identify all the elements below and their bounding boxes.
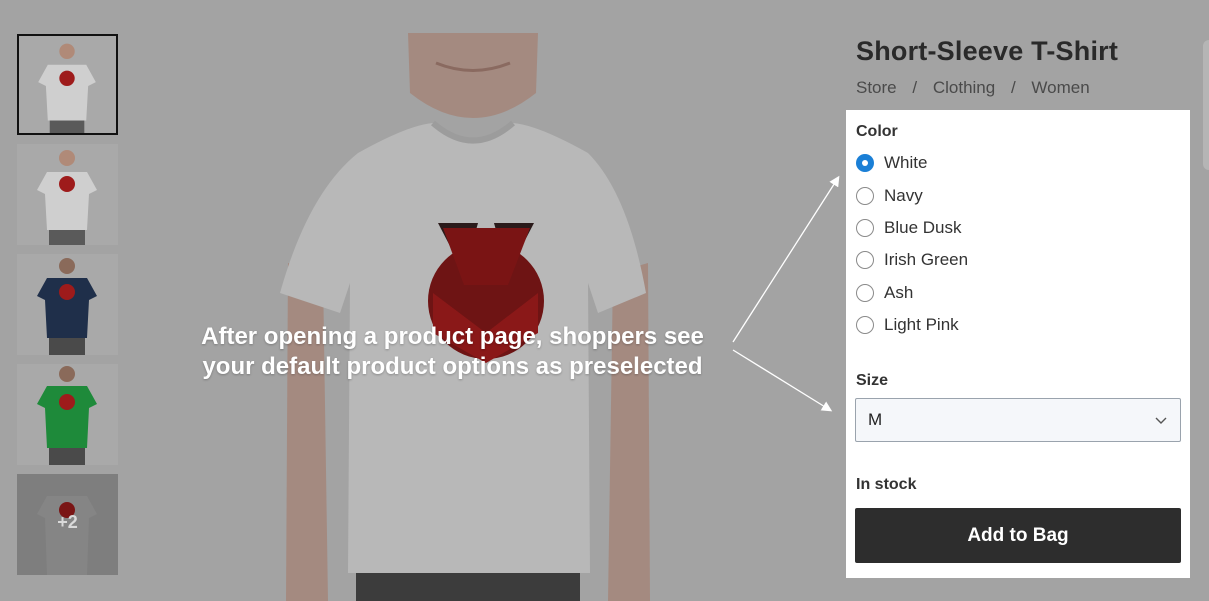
color-option-label: Navy <box>884 186 923 205</box>
radio-unchecked-icon[interactable] <box>856 316 874 334</box>
thumbnail-image <box>19 36 116 133</box>
color-option-label: Irish Green <box>884 250 969 269</box>
thumbnail-more[interactable]: +2 <box>17 474 118 575</box>
color-option-blue-dusk[interactable]: Blue Dusk <box>856 216 961 240</box>
color-option-light-pink[interactable]: Light Pink <box>856 313 959 337</box>
color-option-ash[interactable]: Ash <box>856 281 913 305</box>
color-label: Color <box>856 123 898 140</box>
breadcrumb-separator: / <box>1010 78 1016 97</box>
stock-status: In stock <box>856 476 917 493</box>
thumbnail-image <box>17 254 118 355</box>
size-select-value: M <box>868 410 883 429</box>
color-option-label: Light Pink <box>884 315 959 334</box>
product-title: Short-Sleeve T-Shirt <box>856 36 1119 66</box>
breadcrumb-women[interactable]: Women <box>1031 78 1089 97</box>
callout-text: After opening a product page, shoppers s… <box>201 323 704 380</box>
radio-unchecked-icon[interactable] <box>856 219 874 237</box>
color-option-white[interactable]: White <box>856 151 927 175</box>
thumbnail-2[interactable] <box>17 144 118 245</box>
radio-unchecked-icon[interactable] <box>856 284 874 302</box>
color-option-irish-green[interactable]: Irish Green <box>856 248 968 272</box>
product-page: +2 After opening a product page, shopper… <box>0 0 1209 601</box>
thumbnail-image <box>17 144 118 245</box>
radio-checked-icon[interactable] <box>856 154 874 172</box>
breadcrumb-clothing[interactable]: Clothing <box>933 78 995 97</box>
thumbnail-4[interactable] <box>17 364 118 465</box>
arrow-to-size <box>732 349 833 412</box>
color-option-label: Ash <box>884 283 914 302</box>
edge-scroll-shape <box>1203 40 1209 170</box>
breadcrumb: Store / Clothing / Women <box>856 78 1090 98</box>
main-product-image <box>268 33 668 601</box>
product-photo <box>268 33 668 601</box>
radio-unchecked-icon[interactable] <box>856 251 874 269</box>
color-option-navy[interactable]: Navy <box>856 184 923 208</box>
size-select[interactable]: M <box>855 398 1181 442</box>
thumbnail-1[interactable] <box>17 34 118 135</box>
product-options-panel: Color White Navy Blue Dusk Irish Green A… <box>846 110 1190 578</box>
color-option-label: White <box>884 153 928 172</box>
more-images-count: +2 <box>57 512 78 532</box>
arrow-to-color <box>732 175 840 343</box>
size-label: Size <box>856 372 889 389</box>
thumbnail-image <box>17 364 118 465</box>
chevron-down-icon <box>1155 417 1167 424</box>
color-option-label: Blue Dusk <box>884 218 962 237</box>
add-to-bag-button[interactable]: Add to Bag <box>855 508 1181 563</box>
radio-unchecked-icon[interactable] <box>856 187 874 205</box>
breadcrumb-separator: / <box>912 78 918 97</box>
breadcrumb-store[interactable]: Store <box>856 78 897 97</box>
thumbnail-3[interactable] <box>17 254 118 355</box>
